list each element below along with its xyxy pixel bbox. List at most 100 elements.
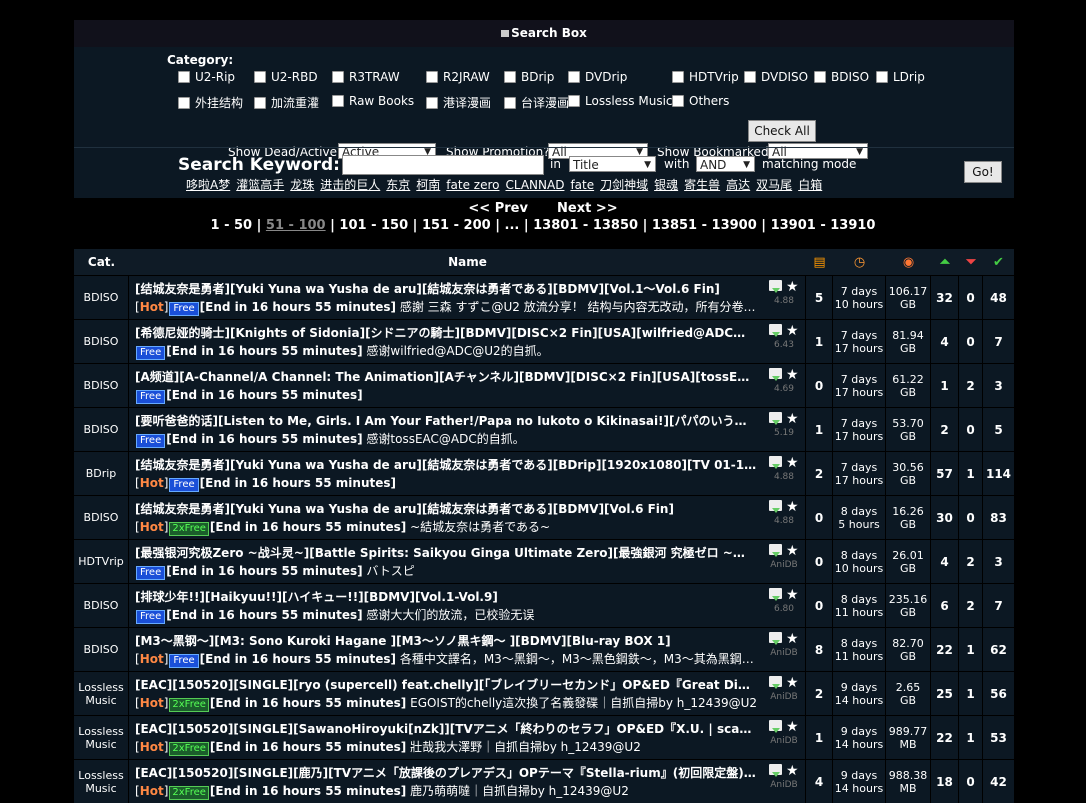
category-cell[interactable]: BDISO [74,364,129,407]
comments-count[interactable]: 0 [806,496,833,539]
comments-header-icon[interactable]: ▤ [806,249,833,275]
header-cat[interactable]: Cat. [74,249,129,275]
bookmark-star-icon[interactable]: ★ [786,631,799,647]
category-checkbox-1[interactable]: 加流重灌 [254,94,319,111]
checkbox[interactable] [332,71,344,83]
rating-text[interactable]: AniDB [767,780,801,790]
completed-count[interactable]: 3 [983,540,1014,583]
checkbox[interactable] [178,96,190,109]
hot-keyword-link[interactable]: 龙珠 [290,178,314,192]
hot-keyword-link[interactable]: 柯南 [416,178,440,192]
category-cell[interactable]: BDISO [74,584,129,627]
download-icon[interactable] [769,588,783,601]
download-icon[interactable] [769,544,783,557]
download-icon[interactable] [769,368,783,381]
rating-text[interactable]: AniDB [767,648,801,658]
download-icon[interactable] [769,676,783,689]
hot-keyword-link[interactable]: 刀剑神域 [600,178,648,192]
download-icon[interactable] [769,412,783,425]
category-checkbox-6[interactable]: Others [672,94,729,108]
category-checkbox-4[interactable]: 台译漫画 [504,94,569,111]
checkbox[interactable] [814,71,826,83]
checkbox[interactable] [332,95,344,107]
seeders-count[interactable]: 22 [931,628,959,671]
prev-link[interactable]: << Prev [468,201,528,216]
match-mode-select[interactable]: AND ▼ [696,156,755,172]
rating-text[interactable]: 6.80 [767,604,801,614]
hot-keyword-link[interactable]: fate [570,178,594,192]
bookmark-star-icon[interactable]: ★ [786,587,799,603]
leechers-count[interactable]: 1 [959,716,983,759]
rating-text[interactable]: AniDB [767,560,801,570]
completed-count[interactable]: 53 [983,716,1014,759]
download-icon[interactable] [769,280,783,293]
comments-count[interactable]: 2 [806,672,833,715]
leechers-count[interactable]: 0 [959,408,983,451]
seeders-count[interactable]: 18 [931,760,959,803]
leechers-count[interactable]: 1 [959,452,983,495]
leechers-count[interactable]: 0 [959,320,983,363]
checkbox[interactable] [672,71,684,83]
comments-count[interactable]: 0 [806,540,833,583]
bookmark-star-icon[interactable]: ★ [786,719,799,735]
checkbox[interactable] [178,71,190,83]
completed-count[interactable]: 83 [983,496,1014,539]
category-checkbox-ldrip[interactable]: LDrip [876,70,925,84]
leechers-count[interactable]: 0 [959,496,983,539]
rating-text[interactable]: AniDB [767,692,801,702]
comments-count[interactable]: 8 [806,628,833,671]
bookmark-star-icon[interactable]: ★ [786,367,799,383]
hot-keyword-link[interactable]: 哆啦A梦 [186,178,230,192]
category-cell[interactable]: BDrip [74,452,129,495]
page-link[interactable]: 13851 - 13900 [652,218,757,233]
next-link[interactable]: Next >> [557,201,618,216]
download-icon[interactable] [769,764,783,777]
completed-count[interactable]: 56 [983,672,1014,715]
category-checkbox-bdiso[interactable]: BDISO [814,70,869,84]
collapse-icon[interactable] [501,30,510,37]
comments-count[interactable]: 2 [806,452,833,495]
leechers-count[interactable]: 2 [959,364,983,407]
category-checkbox-3[interactable]: 港译漫画 [426,94,491,111]
leechers-count[interactable]: 2 [959,540,983,583]
category-checkbox-dvdiso[interactable]: DVDISO [744,70,808,84]
checkbox[interactable] [504,71,516,83]
rating-text[interactable]: 4.88 [767,516,801,526]
keyword-input[interactable] [342,155,544,175]
download-icon[interactable] [769,632,783,645]
category-checkbox-r2jraw[interactable]: R2JRAW [426,70,490,84]
torrent-title-link[interactable]: [结城友奈是勇者][Yuki Yuna wa Yusha de aru][結城友… [135,280,757,298]
hot-keyword-link[interactable]: 进击的巨人 [320,178,380,192]
category-cell[interactable]: Lossless Music [74,760,129,803]
category-cell[interactable]: BDISO [74,628,129,671]
completed-count[interactable]: 114 [983,452,1014,495]
category-checkbox-bdrip[interactable]: BDrip [504,70,554,84]
bookmark-star-icon[interactable]: ★ [786,411,799,427]
comments-count[interactable]: 0 [806,584,833,627]
checkbox[interactable] [876,71,888,83]
seeders-count[interactable]: 30 [931,496,959,539]
page-link[interactable]: 13801 - 13850 [533,218,638,233]
page-link[interactable]: 151 - 200 [422,218,491,233]
page-link[interactable]: 51 - 100 [266,218,326,233]
torrent-title-link[interactable]: [EAC][150520][SINGLE][SawanoHiroyuki[nZk… [135,720,757,738]
category-checkbox-hdtvrip[interactable]: HDTVrip [672,70,739,84]
rating-text[interactable]: 6.43 [767,340,801,350]
seeders-count[interactable]: 32 [931,276,959,319]
leechers-count[interactable]: 0 [959,276,983,319]
category-cell[interactable]: BDISO [74,408,129,451]
checkbox[interactable] [744,71,756,83]
category-checkbox-dvdrip[interactable]: DVDrip [568,70,627,84]
search-in-select[interactable]: Title ▼ [569,156,656,172]
torrent-title-link[interactable]: [结城友奈是勇者][Yuki Yuna wa Yusha de aru][結城友… [135,500,757,518]
rating-text[interactable]: 4.88 [767,472,801,482]
download-icon[interactable] [769,500,783,513]
comments-count[interactable]: 4 [806,760,833,803]
leechers-count[interactable]: 1 [959,628,983,671]
download-icon[interactable] [769,720,783,733]
category-checkbox-5[interactable]: Lossless Music [568,94,673,108]
seeders-count[interactable]: 25 [931,672,959,715]
category-checkbox-u2-rbd[interactable]: U2-RBD [254,70,318,84]
torrent-title-link[interactable]: [M3～黑钢～][M3: Sono Kuroki Hagane ][M3～ソノ黒… [135,632,757,650]
category-cell[interactable]: Lossless Music [74,716,129,759]
